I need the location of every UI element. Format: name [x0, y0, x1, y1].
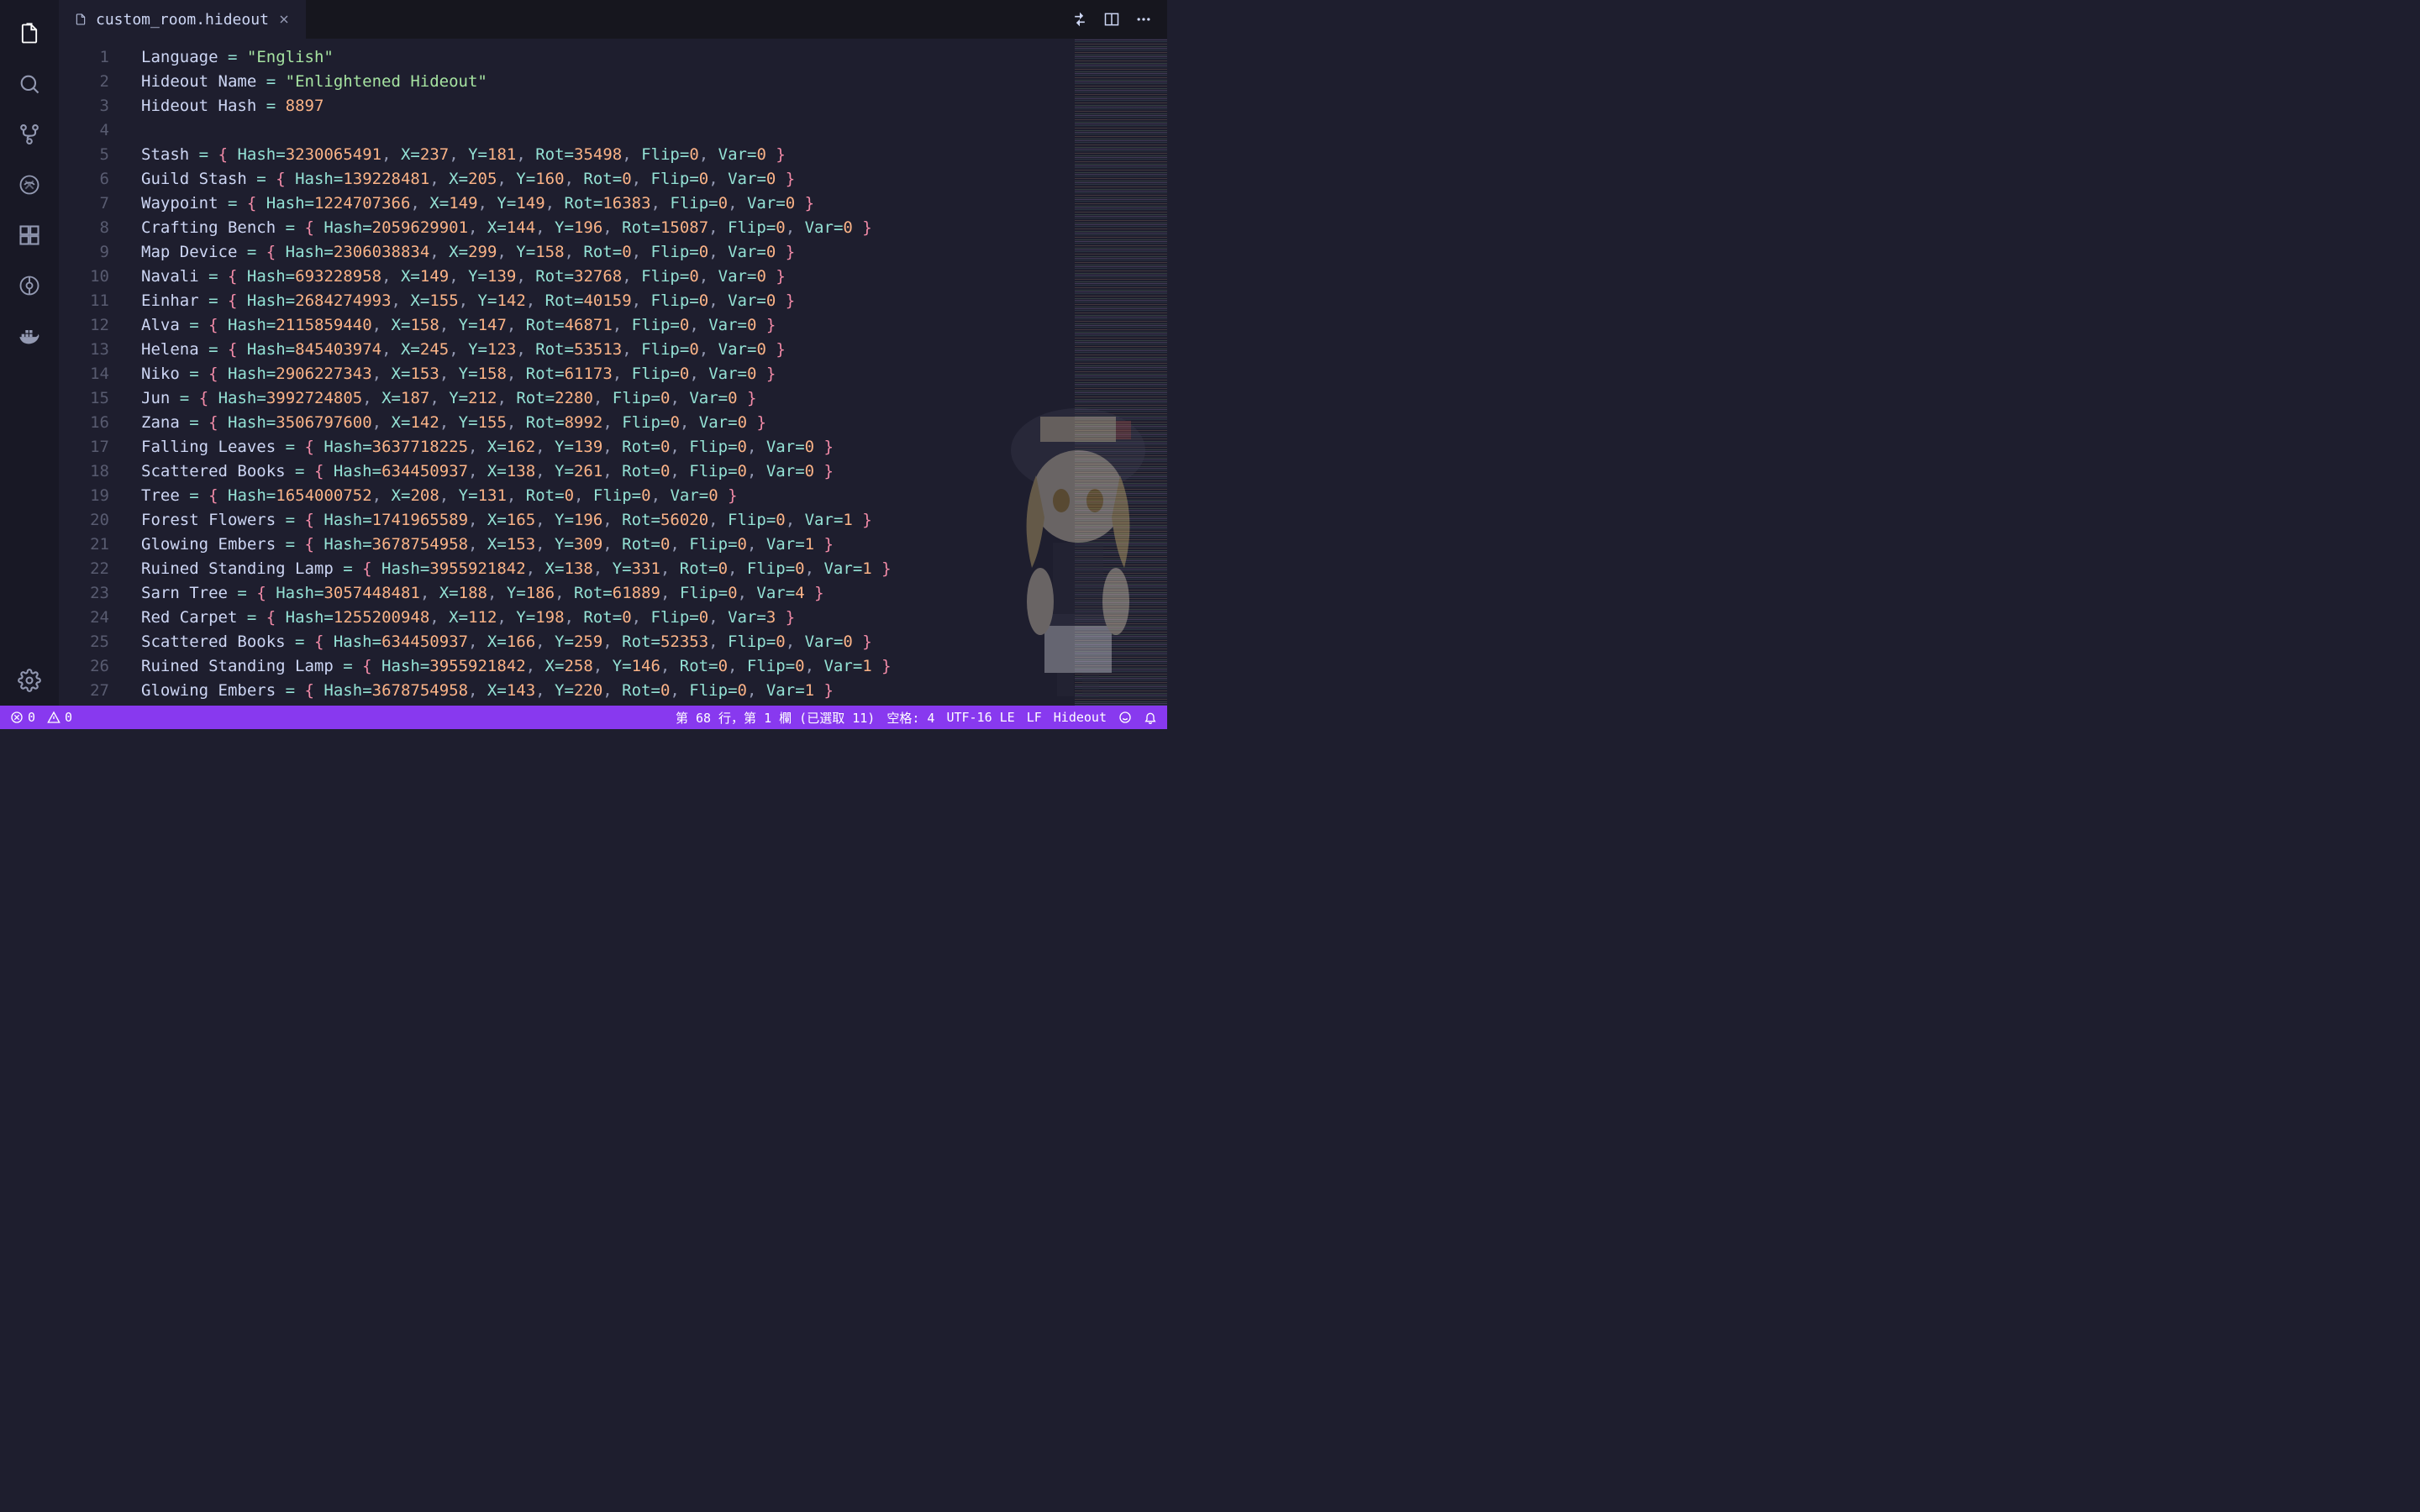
- editor-area: custom_room.hideout 12345678910111213141…: [59, 0, 1167, 706]
- settings-gear-icon[interactable]: [9, 660, 50, 701]
- minimap[interactable]: [1075, 39, 1167, 706]
- search-icon[interactable]: [9, 64, 50, 104]
- code-content[interactable]: Language = "English"Hideout Name = "Enli…: [124, 39, 1075, 706]
- tab-filename: custom_room.hideout: [96, 11, 269, 29]
- editor-body[interactable]: 1234567891011121314151617181920212223242…: [59, 39, 1167, 706]
- editor-tab[interactable]: custom_room.hideout: [59, 0, 306, 39]
- status-bell-icon[interactable]: [1144, 711, 1157, 724]
- status-warnings[interactable]: 0: [47, 710, 72, 725]
- gitlens-icon[interactable]: [9, 265, 50, 306]
- status-errors[interactable]: 0: [10, 710, 35, 725]
- status-language[interactable]: Hideout: [1054, 710, 1107, 725]
- errors-count: 0: [28, 710, 35, 725]
- status-indent[interactable]: 空格: 4: [886, 709, 934, 727]
- activity-bar: [0, 0, 59, 706]
- docker-icon[interactable]: [9, 316, 50, 356]
- tab-bar: custom_room.hideout: [59, 0, 1167, 39]
- status-eol[interactable]: LF: [1027, 710, 1042, 725]
- status-cursor[interactable]: 第 68 行，第 1 欄 (已選取 11): [676, 709, 875, 727]
- line-gutter: 1234567891011121314151617181920212223242…: [59, 39, 124, 706]
- warnings-count: 0: [65, 710, 72, 725]
- status-encoding[interactable]: UTF-16 LE: [946, 710, 1014, 725]
- debug-icon[interactable]: [9, 165, 50, 205]
- tab-actions: [1071, 0, 1167, 39]
- source-control-icon[interactable]: [9, 114, 50, 155]
- more-icon[interactable]: [1135, 11, 1152, 28]
- diff-icon[interactable]: [1071, 11, 1088, 28]
- file-icon: [74, 13, 87, 26]
- explorer-icon[interactable]: [9, 13, 50, 54]
- split-editor-icon[interactable]: [1103, 11, 1120, 28]
- status-feedback-icon[interactable]: [1118, 711, 1132, 724]
- extensions-icon[interactable]: [9, 215, 50, 255]
- close-icon[interactable]: [277, 13, 291, 26]
- status-bar: 0 0 第 68 行，第 1 欄 (已選取 11) 空格: 4 UTF-16 L…: [0, 706, 1167, 729]
